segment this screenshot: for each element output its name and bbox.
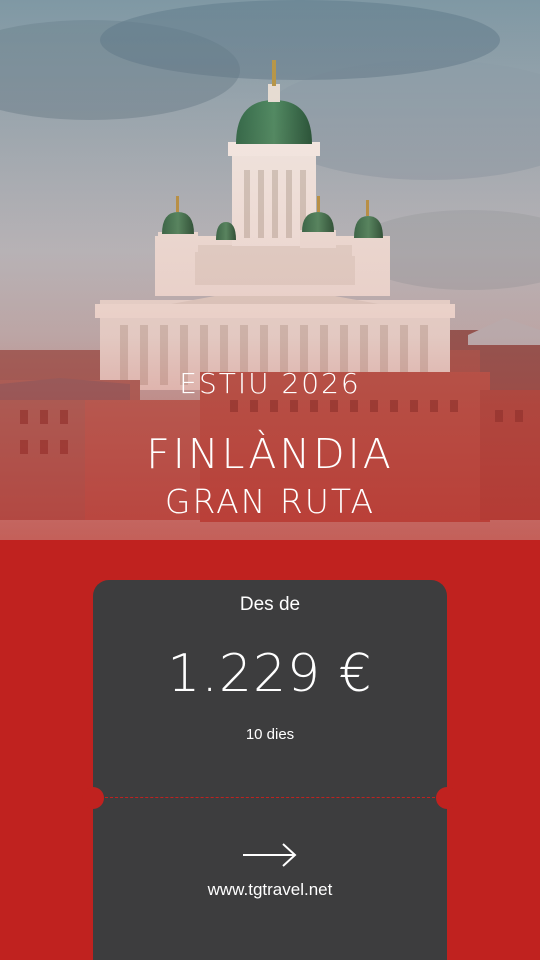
website-link[interactable]: www.tgtravel.net [93,880,447,900]
ticket-notch-left [82,787,104,809]
route-subtitle: GRAN RUTA [164,482,376,521]
ticket-notch-right [436,787,458,809]
destination-title: FINLÀNDIA [146,430,394,478]
price-value: 1.229 € [167,644,373,704]
trip-duration: 10 dies [245,726,295,743]
price-ticket-card[interactable]: Des de 1.229 € 10 dies www.tgtravel.net [82,580,458,960]
arrow-right-icon[interactable] [242,842,298,868]
season-label: ESTIU 2026 [179,367,361,400]
price-from-label: Des de [239,594,301,615]
ticket-perforation [105,797,435,798]
